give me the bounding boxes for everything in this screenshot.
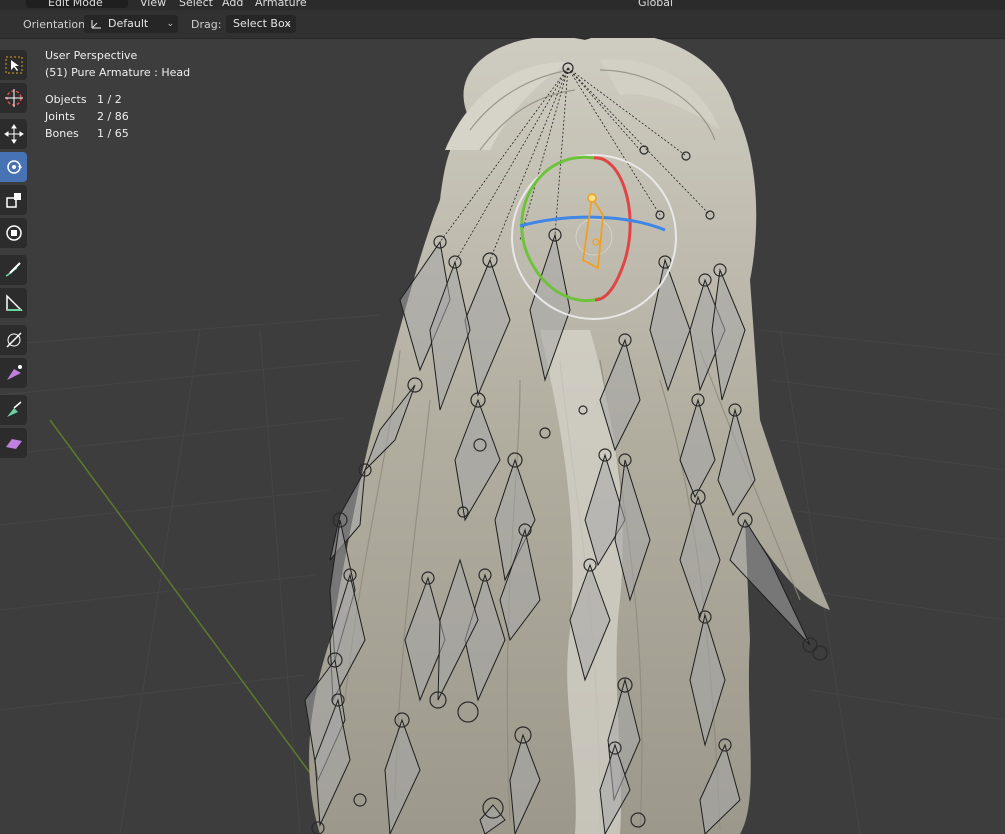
cursor-select-icon — [5, 56, 22, 74]
3d-viewport[interactable]: User Perspective (51) Pure Armature : He… — [0, 38, 1005, 834]
tool-shear[interactable] — [0, 428, 27, 458]
shear-icon — [5, 439, 22, 449]
orientation-value: Default — [108, 17, 149, 30]
tool-header: Orientation: Default ⌄ Drag: Select Box … — [0, 10, 1005, 39]
stat-bones: Bones 1 / 65 — [45, 125, 190, 142]
orientation-label: Orientation: — [23, 18, 89, 31]
tool-transform[interactable] — [0, 218, 27, 248]
orientation-axis-icon — [91, 20, 101, 29]
stat-name: Objects — [45, 93, 87, 106]
orientation-dropdown[interactable]: Default ⌄ — [84, 15, 178, 33]
measure-ruler-icon — [5, 294, 23, 311]
top-menu-bar: Edit Mode View Select Add Armature Globa… — [0, 0, 1005, 10]
tool-bone-size[interactable] — [0, 358, 27, 388]
stat-objects: Objects 1 / 2 — [45, 91, 190, 108]
tool-move[interactable] — [0, 119, 27, 149]
drag-dropdown[interactable]: Select Box ⌄ — [226, 15, 296, 33]
stat-value: 1 / 2 — [97, 93, 122, 106]
transform-icon — [5, 225, 22, 241]
menu-view[interactable]: View — [140, 0, 166, 9]
tool-extrude[interactable] — [0, 395, 27, 425]
scale-icon — [5, 193, 21, 208]
viewport-scene[interactable] — [0, 38, 1005, 834]
viewport-overlay-info: User Perspective (51) Pure Armature : He… — [45, 47, 190, 142]
tool-annotate[interactable] — [0, 255, 27, 285]
menu-select[interactable]: Select — [179, 0, 213, 9]
extrude-icon — [6, 401, 21, 417]
bone-size-icon — [6, 365, 22, 380]
tool-select-box[interactable] — [0, 50, 27, 80]
tool-roll[interactable] — [0, 325, 27, 355]
tool-scale[interactable] — [0, 185, 27, 215]
mode-selector-label: Edit Mode — [48, 0, 103, 9]
drag-label: Drag: — [191, 18, 222, 31]
drag-value: Select Box — [233, 17, 291, 30]
3d-cursor-icon — [4, 89, 23, 107]
stat-joints: Joints 2 / 86 — [45, 108, 190, 125]
menu-add[interactable]: Add — [222, 0, 243, 9]
bone-roll-icon — [5, 332, 22, 348]
rotate-icon — [6, 160, 22, 174]
annotate-pen-icon — [5, 262, 21, 277]
menu-armature[interactable]: Armature — [255, 0, 307, 9]
move-arrows-icon — [3, 124, 24, 144]
stat-name: Joints — [45, 110, 76, 123]
chevron-down-icon: ⌄ — [284, 19, 292, 29]
tool-cursor[interactable] — [0, 83, 27, 113]
transform-orientation-dropdown[interactable]: Global — [638, 0, 673, 9]
stat-value: 1 / 65 — [97, 127, 129, 140]
tool-measure[interactable] — [0, 288, 27, 318]
stat-value: 2 / 86 — [97, 110, 129, 123]
view-name: User Perspective — [45, 49, 138, 62]
chevron-down-icon: ⌄ — [166, 19, 174, 29]
stat-name: Bones — [45, 127, 79, 140]
object-info: (51) Pure Armature : Head — [45, 66, 191, 79]
tool-rotate[interactable] — [0, 152, 27, 182]
y-axis-line — [49, 419, 356, 834]
